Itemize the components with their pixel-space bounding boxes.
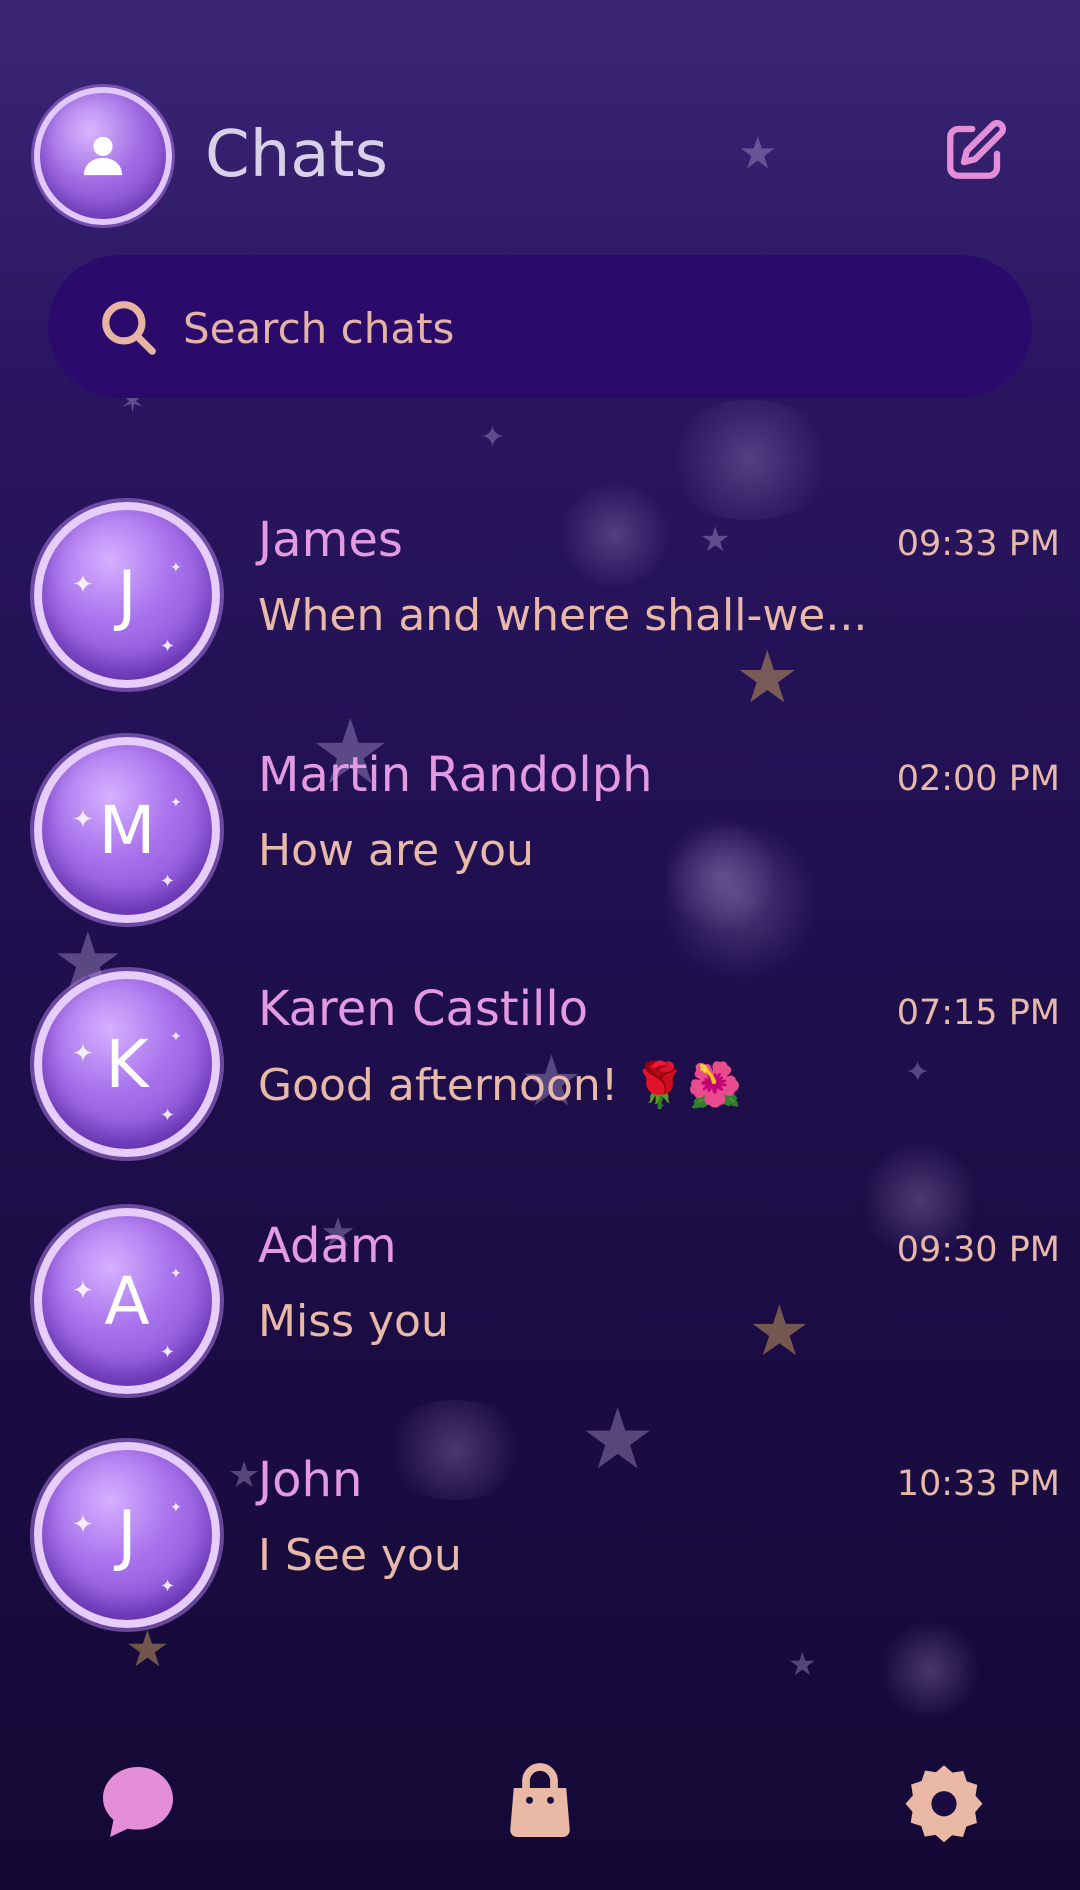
user-icon <box>83 136 123 176</box>
contact-name: Adam <box>258 1218 397 1274</box>
contact-name: Martin Randolph <box>258 747 653 803</box>
message-time: 10:33 PM <box>896 1464 1060 1504</box>
message-time: 02:00 PM <box>896 759 1060 799</box>
contact-name: Karen Castillo <box>258 981 589 1037</box>
message-time: 09:33 PM <box>896 524 1060 564</box>
chat-bubble-icon <box>103 1767 173 1837</box>
avatar-initial: K <box>105 1025 149 1103</box>
app-header: Chats <box>0 0 1080 250</box>
avatar: ✦ ✦ ✦ A <box>34 1208 220 1394</box>
search-input[interactable] <box>183 293 983 363</box>
avatar-initial: J <box>117 556 137 634</box>
chat-row-john[interactable]: ✦ ✦ ✦ J John I See you 10:33 PM <box>0 1442 1080 1662</box>
avatar: ✦ ✦ ✦ K <box>34 971 220 1157</box>
chat-row-adam[interactable]: ✦ ✦ ✦ A Adam Miss you 09:30 PM <box>0 1208 1080 1428</box>
search-bar[interactable] <box>48 255 1032 398</box>
message-time: 09:30 PM <box>896 1230 1060 1270</box>
nav-shop-button[interactable] <box>498 1760 582 1844</box>
chat-row-karen-castillo[interactable]: ✦ ✦ ✦ K Karen Castillo Good afternoon! 🌹… <box>0 971 1080 1191</box>
compose-icon <box>947 120 1006 179</box>
avatar-initial: M <box>98 791 156 869</box>
shopping-bag-icon <box>510 1763 570 1837</box>
message-preview: When and where shall-we... <box>258 590 868 641</box>
nav-settings-button[interactable] <box>902 1760 986 1844</box>
bottom-navigation <box>0 1740 1080 1890</box>
nav-chats-button[interactable] <box>96 1760 180 1844</box>
profile-avatar[interactable] <box>34 87 172 225</box>
avatar: ✦ ✦ ✦ J <box>34 502 220 688</box>
page-title: Chats <box>205 118 388 192</box>
message-preview: I See you <box>258 1530 462 1581</box>
avatar: ✦ ✦ ✦ M <box>34 737 220 923</box>
search-icon <box>102 301 156 355</box>
contact-name: John <box>258 1452 363 1508</box>
chat-row-martin-randolph[interactable]: ✦ ✦ ✦ M Martin Randolph How are you 02:0… <box>0 737 1080 957</box>
message-preview: How are you <box>258 825 534 876</box>
avatar: ✦ ✦ ✦ J <box>34 1442 220 1628</box>
contact-name: James <box>258 512 403 568</box>
avatar-initial: A <box>104 1262 150 1340</box>
chat-row-james[interactable]: ✦ ✦ ✦ J James When and where shall-we...… <box>0 502 1080 722</box>
message-preview: Miss you <box>258 1296 449 1347</box>
compose-button[interactable] <box>942 118 1008 184</box>
message-time: 07:15 PM <box>896 993 1060 1033</box>
message-preview: Good afternoon! 🌹🌺 <box>258 1060 742 1111</box>
settings-gear-icon <box>905 1765 983 1843</box>
avatar-initial: J <box>117 1496 137 1574</box>
